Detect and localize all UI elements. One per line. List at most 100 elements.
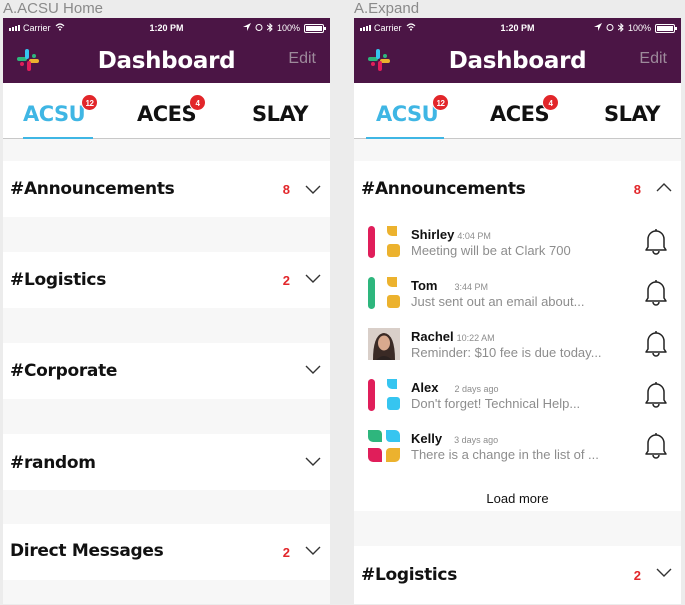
sender-label: Tom — [411, 278, 438, 293]
tab-label: ACSU — [23, 102, 86, 126]
slack-avatar-icon — [368, 226, 400, 258]
nav-bar: Dashboard Edit — [3, 38, 330, 83]
sender-label: Rachel — [411, 329, 454, 344]
bell-icon[interactable] — [643, 278, 669, 306]
unread-count: 8 — [282, 182, 290, 197]
channel-row-corporate[interactable]: #Corporate — [3, 343, 330, 399]
active-tab-indicator — [23, 137, 93, 139]
unread-badge: 4 — [189, 94, 206, 111]
chevron-down-icon[interactable] — [304, 272, 322, 284]
bell-icon[interactable] — [643, 380, 669, 408]
bell-icon[interactable] — [643, 431, 669, 459]
channel-name: #Logistics — [10, 270, 107, 290]
carrier-name: Carrier — [23, 23, 51, 33]
unread-count: 2 — [633, 568, 641, 583]
phone-screen-expand: Carrier 1:20 PM 100% Dashboard Edit ACSU… — [354, 18, 681, 604]
phone-screen-home: Carrier 1:20 PM 100% Dashboard Edit ACSU… — [3, 18, 330, 604]
tab-aces[interactable]: ACES 4 — [490, 94, 559, 126]
tab-slay[interactable]: SLAY — [252, 102, 308, 126]
signal-icon — [9, 25, 20, 31]
channel-expanded-announcements: #Announcements 8 Shirley 4:04 PM Meeting … — [354, 161, 681, 511]
message-time: 10:22 AM — [456, 333, 495, 343]
sender-name: Kelly 3 days ago — [411, 431, 498, 446]
message-time: 3 days ago — [454, 435, 499, 445]
message-item[interactable]: Shirley 4:04 PM Meeting will be at Clark … — [354, 224, 681, 274]
tab-acsu[interactable]: ACSU 12 — [23, 94, 98, 126]
message-item[interactable]: Rachel 10:22 AM Reminder: $10 fee is due … — [354, 326, 681, 376]
chevron-down-icon[interactable] — [304, 183, 322, 195]
unread-count: 2 — [282, 545, 290, 560]
slack-avatar-icon — [368, 277, 400, 309]
message-preview: There is a change in the list of ... — [411, 447, 599, 462]
message-item[interactable]: Kelly 3 days ago There is a change in the… — [354, 428, 681, 478]
channel-row-random[interactable]: #random — [3, 434, 330, 490]
workspace-tabs: ACSU 12 ACES 4 SLAY — [354, 83, 681, 139]
tab-label: ACES — [490, 102, 550, 126]
chevron-up-icon[interactable] — [655, 181, 673, 193]
workspace-tabs: ACSU 12 ACES 4 SLAY — [3, 83, 330, 139]
channel-header[interactable]: #Announcements 8 — [354, 161, 681, 217]
tab-label: SLAY — [252, 102, 308, 126]
tab-slay[interactable]: SLAY — [604, 102, 660, 126]
channel-row-announcements[interactable]: #Announcements 8 — [3, 161, 330, 217]
message-preview: Don't forget! Technical Help... — [411, 396, 581, 411]
sender-label: Kelly — [411, 431, 443, 446]
chevron-down-icon[interactable] — [304, 544, 322, 556]
unread-count: 2 — [282, 273, 290, 288]
channel-name: #Corporate — [10, 361, 118, 381]
tab-acsu[interactable]: ACSU 12 — [376, 94, 449, 126]
location-icon — [593, 23, 602, 33]
page-title: Dashboard — [97, 47, 236, 74]
channel-name: #Logistics — [361, 565, 458, 585]
slack-avatar-icon — [368, 430, 400, 462]
slack-logo-icon[interactable] — [15, 47, 41, 73]
message-preview: Reminder: $10 fee is due today... — [411, 345, 602, 360]
channel-name: Direct Messages — [10, 541, 164, 561]
bell-icon[interactable] — [643, 329, 669, 357]
edit-button[interactable]: Edit — [288, 50, 316, 68]
tab-label: ACSU — [376, 102, 439, 126]
message-preview: Just sent out an email about... — [411, 294, 585, 309]
bluetooth-icon — [266, 22, 273, 34]
edit-button[interactable]: Edit — [639, 50, 667, 68]
avatar-photo-icon — [368, 328, 400, 360]
status-bar: Carrier 1:20 PM 100% — [3, 18, 330, 38]
wifi-icon — [55, 23, 65, 33]
bell-icon[interactable] — [643, 227, 669, 255]
chevron-down-icon[interactable] — [304, 455, 322, 467]
sender-name: Tom 3:44 PM — [411, 278, 488, 293]
channel-row-logistics[interactable]: #Logistics 2 — [354, 546, 681, 604]
sender-name: Rachel 10:22 AM — [411, 329, 495, 344]
alarm-icon — [255, 23, 263, 33]
battery-icon — [304, 23, 326, 33]
battery-percent: 100% — [627, 23, 651, 33]
sender-name: Alex 2 days ago — [411, 380, 499, 395]
load-more-button[interactable]: Load more — [354, 491, 681, 506]
slack-logo-icon[interactable] — [366, 47, 392, 73]
status-bar: Carrier 1:20 PM 100% — [354, 18, 681, 38]
channel-name: #Announcements — [10, 179, 175, 199]
message-preview: Meeting will be at Clark 700 — [411, 243, 571, 258]
message-time: 4:04 PM — [457, 231, 491, 241]
carrier-name: Carrier — [374, 23, 402, 33]
channel-name: #random — [10, 453, 96, 473]
alarm-icon — [606, 23, 614, 33]
active-tab-indicator — [366, 137, 444, 139]
chevron-down-icon[interactable] — [304, 363, 322, 375]
unread-badge: 4 — [542, 94, 559, 111]
battery-percent: 100% — [276, 23, 300, 33]
chevron-down-icon[interactable] — [655, 566, 673, 578]
message-item[interactable]: Alex 2 days ago Don't forget! Technical H… — [354, 377, 681, 427]
tab-aces[interactable]: ACES 4 — [137, 94, 206, 126]
screen-label: A.Expand — [354, 0, 420, 17]
sender-name: Shirley 4:04 PM — [411, 227, 491, 242]
message-item[interactable]: Tom 3:44 PM Just sent out an email about.… — [354, 275, 681, 325]
sender-label: Shirley — [411, 227, 455, 242]
wifi-icon — [406, 23, 416, 33]
channel-name: #Announcements — [361, 179, 526, 199]
channel-row-logistics[interactable]: #Logistics 2 — [3, 252, 330, 308]
unread-badge: 12 — [81, 94, 98, 111]
channel-row-direct-messages[interactable]: Direct Messages 2 — [3, 524, 330, 580]
sender-label: Alex — [411, 380, 439, 395]
nav-bar: Dashboard Edit — [354, 38, 681, 83]
